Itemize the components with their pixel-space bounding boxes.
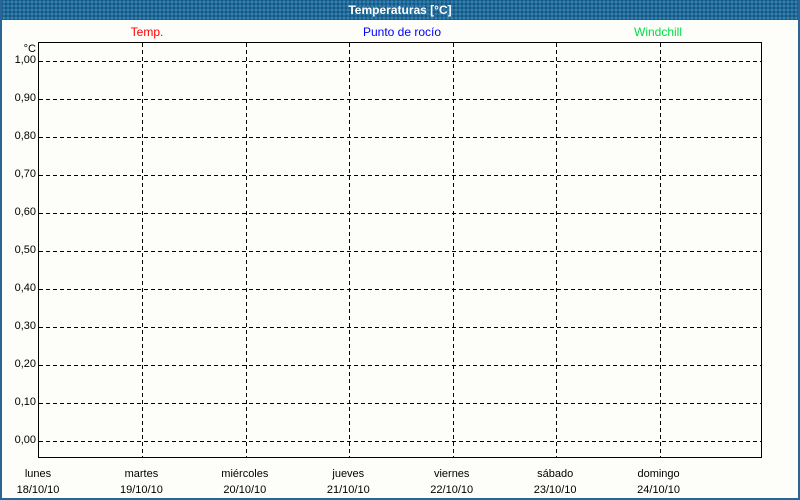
h-gridline bbox=[39, 137, 761, 138]
y-tick-label: 0,20 bbox=[2, 357, 36, 371]
legend-temp-label: Temp. bbox=[131, 25, 164, 39]
y-tick-label: 1,00 bbox=[2, 53, 36, 67]
x-weekday-label: miércoles bbox=[221, 468, 268, 480]
y-tick-label: 0,80 bbox=[2, 129, 36, 143]
x-weekday-label: martes bbox=[125, 468, 159, 480]
y-tick-label: 0,60 bbox=[2, 205, 36, 219]
v-gridline bbox=[556, 43, 557, 457]
legend-dewpoint-label: Punto de rocío bbox=[363, 25, 441, 39]
h-gridline bbox=[39, 213, 761, 214]
x-weekday-label: jueves bbox=[332, 468, 364, 480]
weather-chart-panel: Temperaturas [°C] Temp. Punto de rocío W… bbox=[0, 0, 800, 500]
chart-title: Temperaturas [°C] bbox=[348, 3, 451, 17]
v-gridline bbox=[142, 43, 143, 457]
h-gridline bbox=[39, 61, 761, 62]
v-gridline bbox=[349, 43, 350, 457]
y-tick-label: 0,30 bbox=[2, 319, 36, 333]
x-date-label: 20/10/10 bbox=[223, 484, 266, 496]
h-gridline bbox=[39, 365, 761, 366]
x-date-label: 21/10/10 bbox=[327, 484, 370, 496]
y-tick-label: 0,10 bbox=[2, 395, 36, 409]
h-gridline bbox=[39, 441, 761, 442]
v-gridline bbox=[660, 43, 661, 457]
v-gridline bbox=[453, 43, 454, 457]
h-gridline bbox=[39, 99, 761, 100]
x-weekday-label: domingo bbox=[637, 468, 679, 480]
x-date-label: 24/10/10 bbox=[637, 484, 680, 496]
x-weekday-label: viernes bbox=[434, 468, 469, 480]
chart-title-bar: Temperaturas [°C] bbox=[2, 0, 798, 20]
h-gridline bbox=[39, 251, 761, 252]
legend-windchill-label: Windchill bbox=[634, 25, 682, 39]
h-gridline bbox=[39, 289, 761, 290]
h-gridline bbox=[39, 403, 761, 404]
h-gridline bbox=[39, 175, 761, 176]
x-weekday-label: lunes bbox=[25, 468, 51, 480]
y-tick-label: 0,50 bbox=[2, 243, 36, 257]
y-tick-label: 0,70 bbox=[2, 167, 36, 181]
x-date-label: 19/10/10 bbox=[120, 484, 163, 496]
plot-area bbox=[38, 42, 762, 458]
x-date-label: 18/10/10 bbox=[17, 484, 60, 496]
x-date-label: 23/10/10 bbox=[534, 484, 577, 496]
x-weekday-label: sábado bbox=[537, 468, 573, 480]
x-date-label: 22/10/10 bbox=[430, 484, 473, 496]
y-tick-label: 0,00 bbox=[2, 433, 36, 447]
y-tick-label: 0,40 bbox=[2, 281, 36, 295]
y-tick-label: 0,90 bbox=[2, 91, 36, 105]
h-gridline bbox=[39, 327, 761, 328]
v-gridline bbox=[246, 43, 247, 457]
